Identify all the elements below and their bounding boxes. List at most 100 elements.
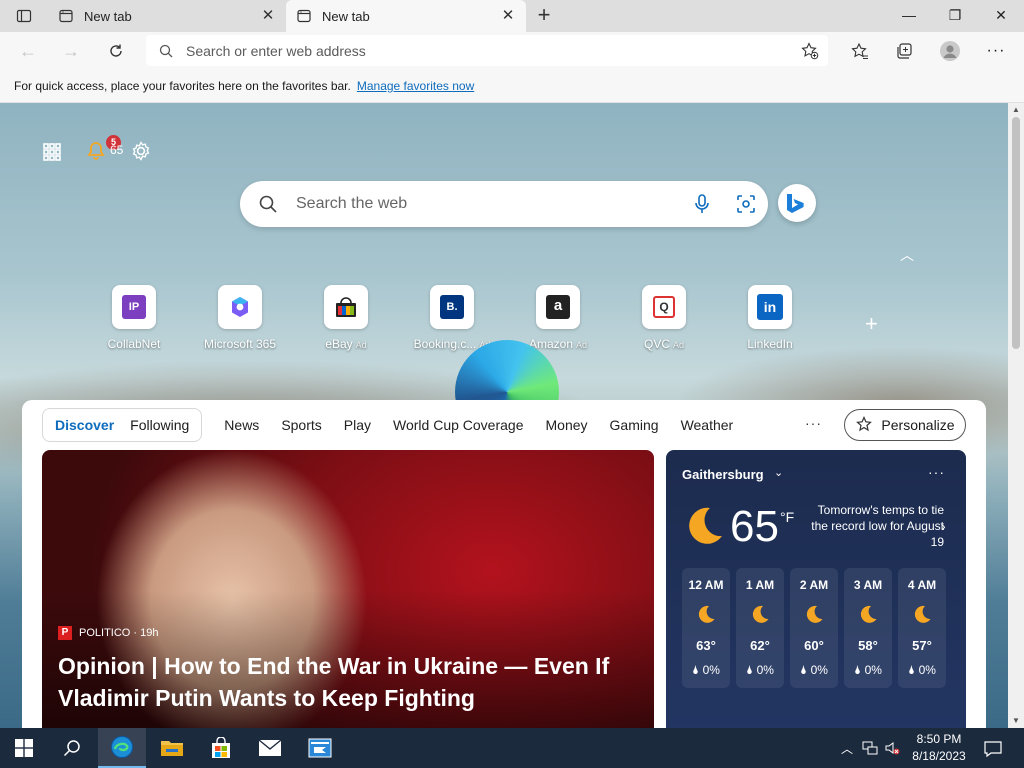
- hourly-forecast-item: 12 AM 63° 🌢 0%: [682, 568, 730, 688]
- collections-icon: [897, 43, 912, 59]
- network-icon[interactable]: [862, 740, 878, 756]
- collapse-quicklinks-icon[interactable]: ︿: [900, 245, 914, 265]
- ad-label: Ad: [576, 340, 588, 350]
- manage-favorites-link[interactable]: Manage favorites now: [357, 79, 474, 93]
- add-favorite-button[interactable]: [792, 41, 828, 60]
- bell-icon: [87, 142, 105, 160]
- weather-more-icon[interactable]: ···: [928, 464, 945, 480]
- add-quicklink-icon[interactable]: +: [865, 311, 878, 337]
- forward-button[interactable]: →: [56, 36, 86, 66]
- avatar-icon: [940, 41, 960, 61]
- taskbar-edge[interactable]: [98, 728, 146, 768]
- minimize-icon: —: [902, 7, 916, 23]
- linkedin-icon: in: [748, 285, 792, 329]
- mini-temperature: 65: [110, 143, 124, 157]
- new-tab-button[interactable]: +: [532, 4, 556, 28]
- taskbar-clock[interactable]: 8:50 PM 8/18/2023: [906, 731, 972, 765]
- back-button[interactable]: ←: [13, 36, 43, 66]
- tab-news[interactable]: News: [224, 417, 259, 433]
- address-input[interactable]: Search or enter web address: [186, 43, 792, 59]
- bing-chat-button[interactable]: [778, 184, 816, 222]
- quicklink-collabnet[interactable]: IP CollabNet: [89, 285, 179, 351]
- forecast-precip: 🌢 0%: [908, 663, 936, 677]
- quicklink-linkedin[interactable]: in LinkedIn: [725, 285, 815, 351]
- minimize-button[interactable]: —: [886, 0, 932, 30]
- settings-and-more-button[interactable]: ···: [981, 36, 1011, 66]
- taskbar-file-explorer[interactable]: [148, 728, 196, 768]
- tab-close-icon[interactable]: ✕: [260, 8, 276, 24]
- personalize-button[interactable]: Personalize: [844, 409, 966, 441]
- tab-world-cup[interactable]: World Cup Coverage: [393, 417, 523, 433]
- volume-muted-icon[interactable]: [884, 740, 900, 756]
- quicklink-microsoft365[interactable]: Microsoft 365: [195, 285, 285, 351]
- quicklink-amazon[interactable]: a Amazon Ad: [513, 285, 603, 351]
- tab-discover[interactable]: Discover: [47, 417, 122, 433]
- page-scrollbar[interactable]: ▲ ▼: [1008, 103, 1024, 728]
- feed-mode-toggle: Discover Following: [42, 408, 203, 442]
- news-feed: Discover Following News Sports Play Worl…: [22, 400, 986, 728]
- tab-weather[interactable]: Weather: [681, 417, 734, 433]
- forecast-temp: 60°: [804, 638, 824, 653]
- app-launcher-button[interactable]: [40, 140, 64, 164]
- collections-button[interactable]: [889, 36, 919, 66]
- profile-button[interactable]: [935, 36, 965, 66]
- tab-money[interactable]: Money: [546, 417, 588, 433]
- show-hidden-icons-chevron[interactable]: ︿: [839, 740, 855, 756]
- taskbar-mail[interactable]: [246, 728, 294, 768]
- qvc-icon: Q: [642, 285, 686, 329]
- taskbar-app[interactable]: [296, 728, 344, 768]
- quicklink-qvc[interactable]: Q QVC Ad: [619, 285, 709, 351]
- article-source-text: POLITICO · 19h: [79, 627, 159, 639]
- app-launcher-icon: [43, 143, 61, 161]
- quicklink-ebay[interactable]: eBay Ad: [301, 285, 391, 351]
- bing-icon: [787, 194, 804, 213]
- close-window-button[interactable]: ✕: [978, 0, 1024, 30]
- tab-new-tab-1[interactable]: New tab ✕: [48, 0, 286, 32]
- quicklink-booking[interactable]: B. Booking.c...Ad: [407, 285, 497, 351]
- restore-icon: ❐: [948, 6, 962, 23]
- tab-following[interactable]: Following: [122, 417, 197, 433]
- arrow-left-icon: ←: [19, 40, 37, 61]
- start-button[interactable]: [0, 728, 48, 768]
- scroll-up-icon[interactable]: ▲: [1008, 103, 1024, 117]
- tab-new-tab-2[interactable]: New tab ✕: [286, 0, 526, 32]
- action-center-icon[interactable]: [984, 740, 1002, 758]
- tab-actions-button[interactable]: [8, 5, 40, 27]
- store-icon: [212, 737, 230, 758]
- quicklink-label: QVC: [643, 337, 670, 351]
- ebay-icon: [324, 285, 368, 329]
- tab-gaming[interactable]: Gaming: [610, 417, 659, 433]
- tab-sports[interactable]: Sports: [281, 417, 321, 433]
- favorites-bar: For quick access, place your favorites h…: [0, 70, 1024, 103]
- chevron-down-icon[interactable]: ⌄: [774, 466, 783, 479]
- tab-play[interactable]: Play: [344, 417, 371, 433]
- page-settings-button[interactable]: [129, 139, 153, 163]
- scrollbar-thumb[interactable]: [1012, 117, 1020, 349]
- taskbar-microsoft-store[interactable]: [197, 728, 245, 768]
- weather-location[interactable]: Gaithersburg: [682, 467, 764, 482]
- web-search-input[interactable]: Search the web: [296, 195, 680, 213]
- refresh-button[interactable]: [101, 36, 131, 66]
- voice-search-button[interactable]: [680, 194, 724, 214]
- feed-more-button[interactable]: ···: [805, 415, 822, 431]
- weather-card[interactable]: Gaithersburg ⌄ ··· 65 °F Tomorrow's temp…: [666, 450, 966, 728]
- gear-icon: [132, 141, 150, 161]
- visual-search-button[interactable]: [724, 194, 768, 214]
- taskbar-search-button[interactable]: [48, 728, 96, 768]
- hero-article-card[interactable]: P POLITICO · 19h Opinion | How to End th…: [42, 450, 654, 728]
- address-bar[interactable]: Search or enter web address: [146, 35, 828, 66]
- favorites-button[interactable]: [845, 36, 875, 66]
- quicklink-label: CollabNet: [107, 337, 161, 351]
- weather-note[interactable]: Tomorrow's temps to tie the record low f…: [806, 502, 944, 550]
- amazon-icon: a: [536, 285, 580, 329]
- microsoft365-icon: [218, 285, 262, 329]
- favorites-bar-message: For quick access, place your favorites h…: [14, 79, 351, 93]
- forecast-precip: 🌢 0%: [692, 663, 720, 677]
- search-icon: [240, 194, 296, 214]
- tab-close-icon[interactable]: ✕: [500, 8, 516, 24]
- scroll-down-icon[interactable]: ▼: [1008, 714, 1024, 728]
- web-search-box[interactable]: Search the web: [240, 181, 768, 227]
- notifications-button[interactable]: [84, 139, 108, 163]
- restore-button[interactable]: ❐: [932, 0, 978, 30]
- article-headline[interactable]: Opinion | How to End the War in Ukraine …: [58, 650, 638, 714]
